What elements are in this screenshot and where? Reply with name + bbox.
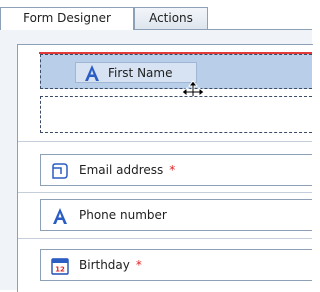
- required-asterisk: *: [135, 258, 142, 272]
- tab-strip: Form Designer Actions: [0, 0, 312, 30]
- field-phone-number[interactable]: Phone number: [40, 199, 312, 231]
- text-field-icon: [83, 64, 101, 85]
- drag-chip[interactable]: First Name: [75, 62, 197, 83]
- text-field-icon: [51, 207, 69, 225]
- calendar-day: 12: [55, 266, 65, 274]
- required-asterisk: *: [169, 163, 176, 177]
- tab-form-designer[interactable]: Form Designer: [0, 7, 134, 30]
- field-label: Birthday *: [79, 258, 142, 272]
- field-label: Email address *: [79, 163, 176, 177]
- field-label: Phone number: [79, 208, 167, 222]
- divider: [18, 192, 312, 193]
- drop-target-placeholder[interactable]: [40, 96, 312, 133]
- drag-row-first-name[interactable]: First Name: [40, 54, 312, 89]
- field-email-address[interactable]: Email address *: [40, 154, 312, 186]
- drag-chip-label: First Name: [108, 66, 173, 80]
- tab-actions[interactable]: Actions: [134, 7, 208, 29]
- divider: [18, 238, 312, 239]
- calendar-icon: 12: [51, 257, 69, 275]
- email-field-icon: [51, 162, 69, 180]
- field-birthday[interactable]: 12 Birthday *: [40, 249, 312, 281]
- divider: [18, 141, 312, 142]
